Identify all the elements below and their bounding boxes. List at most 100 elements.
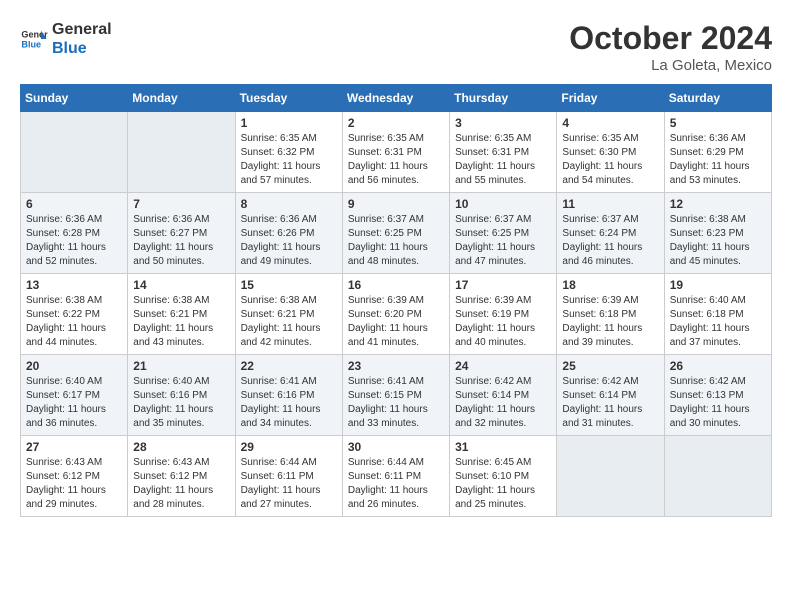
calendar-cell: 9 Sunrise: 6:37 AMSunset: 6:25 PMDaylight… [342, 193, 449, 274]
calendar-cell: 25 Sunrise: 6:42 AMSunset: 6:14 PMDayligh… [557, 355, 664, 436]
title-block: October 2024 La Goleta, Mexico [569, 20, 772, 74]
day-info: Sunrise: 6:40 AMSunset: 6:16 PMDaylight:… [133, 375, 229, 431]
calendar-cell: 13 Sunrise: 6:38 AMSunset: 6:22 PMDayligh… [21, 274, 128, 355]
day-number: 18 [562, 278, 658, 292]
day-number: 2 [348, 116, 444, 130]
weekday-header-saturday: Saturday [664, 85, 771, 112]
day-info: Sunrise: 6:41 AMSunset: 6:16 PMDaylight:… [241, 375, 337, 431]
calendar-cell: 7Sunrise: 6:36 AMSunset: 6:27 PMDaylight… [128, 193, 235, 274]
calendar-cell: 29Sunrise: 6:44 AMSunset: 6:11 PMDayligh… [235, 436, 342, 517]
logo-icon: General Blue [20, 25, 48, 53]
day-info: Sunrise: 6:45 AMSunset: 6:10 PMDaylight:… [455, 456, 551, 512]
week-row-3: 13 Sunrise: 6:38 AMSunset: 6:22 PMDayligh… [21, 274, 772, 355]
day-number: 8 [241, 197, 337, 211]
day-info: Sunrise: 6:35 AMSunset: 6:31 PMDaylight:… [455, 132, 551, 188]
day-info: Sunrise: 6:44 AMSunset: 6:11 PMDaylight:… [241, 456, 337, 512]
day-info: Sunrise: 6:37 AMSunset: 6:25 PMDaylight:… [348, 213, 444, 269]
day-number: 28 [133, 440, 229, 454]
calendar-cell: 12 Sunrise: 6:38 AMSunset: 6:23 PMDayligh… [664, 193, 771, 274]
calendar-cell [557, 436, 664, 517]
calendar-cell: 27 Sunrise: 6:43 AMSunset: 6:12 PMDayligh… [21, 436, 128, 517]
calendar-cell: 15Sunrise: 6:38 AMSunset: 6:21 PMDayligh… [235, 274, 342, 355]
calendar-cell: 21 Sunrise: 6:40 AMSunset: 6:16 PMDayligh… [128, 355, 235, 436]
day-info: Sunrise: 6:44 AMSunset: 6:11 PMDaylight:… [348, 456, 444, 512]
calendar-cell: 14Sunrise: 6:38 AMSunset: 6:21 PMDayligh… [128, 274, 235, 355]
calendar-cell: 1 Sunrise: 6:35 AMSunset: 6:32 PMDaylight… [235, 112, 342, 193]
day-number: 1 [241, 116, 337, 130]
calendar-cell: 8 Sunrise: 6:36 AMSunset: 6:26 PMDaylight… [235, 193, 342, 274]
logo-blue: Blue [52, 39, 112, 58]
day-number: 5 [670, 116, 766, 130]
day-info: Sunrise: 6:36 AMSunset: 6:29 PMDaylight:… [670, 132, 766, 188]
calendar-cell: 23 Sunrise: 6:41 AMSunset: 6:15 PMDayligh… [342, 355, 449, 436]
calendar-cell: 18 Sunrise: 6:39 AMSunset: 6:18 PMDayligh… [557, 274, 664, 355]
week-row-2: 6 Sunrise: 6:36 AMSunset: 6:28 PMDaylight… [21, 193, 772, 274]
day-number: 15 [241, 278, 337, 292]
calendar-cell: 16Sunrise: 6:39 AMSunset: 6:20 PMDayligh… [342, 274, 449, 355]
page-header: General Blue General Blue October 2024 L… [20, 20, 772, 74]
calendar-cell: 6 Sunrise: 6:36 AMSunset: 6:28 PMDaylight… [21, 193, 128, 274]
day-info: Sunrise: 6:40 AMSunset: 6:18 PMDaylight:… [670, 294, 766, 350]
calendar-cell [664, 436, 771, 517]
day-number: 13 [26, 278, 122, 292]
calendar-cell: 30 Sunrise: 6:44 AMSunset: 6:11 PMDayligh… [342, 436, 449, 517]
day-number: 22 [241, 359, 337, 373]
day-number: 16 [348, 278, 444, 292]
day-info: Sunrise: 6:36 AMSunset: 6:26 PMDaylight:… [241, 213, 337, 269]
calendar-cell: 3 Sunrise: 6:35 AMSunset: 6:31 PMDaylight… [450, 112, 557, 193]
calendar-table: SundayMondayTuesdayWednesdayThursdayFrid… [20, 84, 772, 517]
day-info: Sunrise: 6:39 AMSunset: 6:18 PMDaylight:… [562, 294, 658, 350]
calendar-cell: 4 Sunrise: 6:35 AMSunset: 6:30 PMDaylight… [557, 112, 664, 193]
day-info: Sunrise: 6:35 AMSunset: 6:30 PMDaylight:… [562, 132, 658, 188]
calendar-cell [21, 112, 128, 193]
day-info: Sunrise: 6:36 AMSunset: 6:28 PMDaylight:… [26, 213, 122, 269]
day-info: Sunrise: 6:43 AMSunset: 6:12 PMDaylight:… [133, 456, 229, 512]
weekday-header-tuesday: Tuesday [235, 85, 342, 112]
day-number: 24 [455, 359, 551, 373]
day-number: 11 [562, 197, 658, 211]
weekday-header-wednesday: Wednesday [342, 85, 449, 112]
day-number: 10 [455, 197, 551, 211]
weekday-header-sunday: Sunday [21, 85, 128, 112]
weekday-header-thursday: Thursday [450, 85, 557, 112]
day-number: 7 [133, 197, 229, 211]
calendar-cell: 31 Sunrise: 6:45 AMSunset: 6:10 PMDayligh… [450, 436, 557, 517]
day-number: 20 [26, 359, 122, 373]
day-info: Sunrise: 6:42 AMSunset: 6:14 PMDaylight:… [562, 375, 658, 431]
calendar-cell: 22 Sunrise: 6:41 AMSunset: 6:16 PMDayligh… [235, 355, 342, 436]
calendar-cell: 2 Sunrise: 6:35 AMSunset: 6:31 PMDaylight… [342, 112, 449, 193]
week-row-4: 20Sunrise: 6:40 AMSunset: 6:17 PMDayligh… [21, 355, 772, 436]
day-info: Sunrise: 6:38 AMSunset: 6:22 PMDaylight:… [26, 294, 122, 350]
calendar-cell: 5 Sunrise: 6:36 AMSunset: 6:29 PMDaylight… [664, 112, 771, 193]
day-number: 30 [348, 440, 444, 454]
day-info: Sunrise: 6:37 AMSunset: 6:24 PMDaylight:… [562, 213, 658, 269]
weekday-header-row: SundayMondayTuesdayWednesdayThursdayFrid… [21, 85, 772, 112]
month-title: October 2024 [569, 20, 772, 57]
day-number: 21 [133, 359, 229, 373]
day-info: Sunrise: 6:42 AMSunset: 6:14 PMDaylight:… [455, 375, 551, 431]
day-number: 17 [455, 278, 551, 292]
calendar-cell: 28 Sunrise: 6:43 AMSunset: 6:12 PMDayligh… [128, 436, 235, 517]
day-number: 12 [670, 197, 766, 211]
day-number: 3 [455, 116, 551, 130]
calendar-cell: 10Sunrise: 6:37 AMSunset: 6:25 PMDayligh… [450, 193, 557, 274]
day-info: Sunrise: 6:39 AMSunset: 6:19 PMDaylight:… [455, 294, 551, 350]
location: La Goleta, Mexico [569, 57, 772, 74]
day-info: Sunrise: 6:35 AMSunset: 6:32 PMDaylight:… [241, 132, 337, 188]
day-number: 23 [348, 359, 444, 373]
day-number: 9 [348, 197, 444, 211]
calendar-cell: 17 Sunrise: 6:39 AMSunset: 6:19 PMDayligh… [450, 274, 557, 355]
day-number: 25 [562, 359, 658, 373]
svg-text:Blue: Blue [21, 40, 41, 50]
day-number: 4 [562, 116, 658, 130]
day-number: 31 [455, 440, 551, 454]
day-info: Sunrise: 6:41 AMSunset: 6:15 PMDaylight:… [348, 375, 444, 431]
day-info: Sunrise: 6:38 AMSunset: 6:21 PMDaylight:… [133, 294, 229, 350]
day-info: Sunrise: 6:43 AMSunset: 6:12 PMDaylight:… [26, 456, 122, 512]
day-number: 27 [26, 440, 122, 454]
calendar-cell [128, 112, 235, 193]
day-info: Sunrise: 6:35 AMSunset: 6:31 PMDaylight:… [348, 132, 444, 188]
day-number: 6 [26, 197, 122, 211]
calendar-cell: 19Sunrise: 6:40 AMSunset: 6:18 PMDayligh… [664, 274, 771, 355]
day-info: Sunrise: 6:38 AMSunset: 6:23 PMDaylight:… [670, 213, 766, 269]
